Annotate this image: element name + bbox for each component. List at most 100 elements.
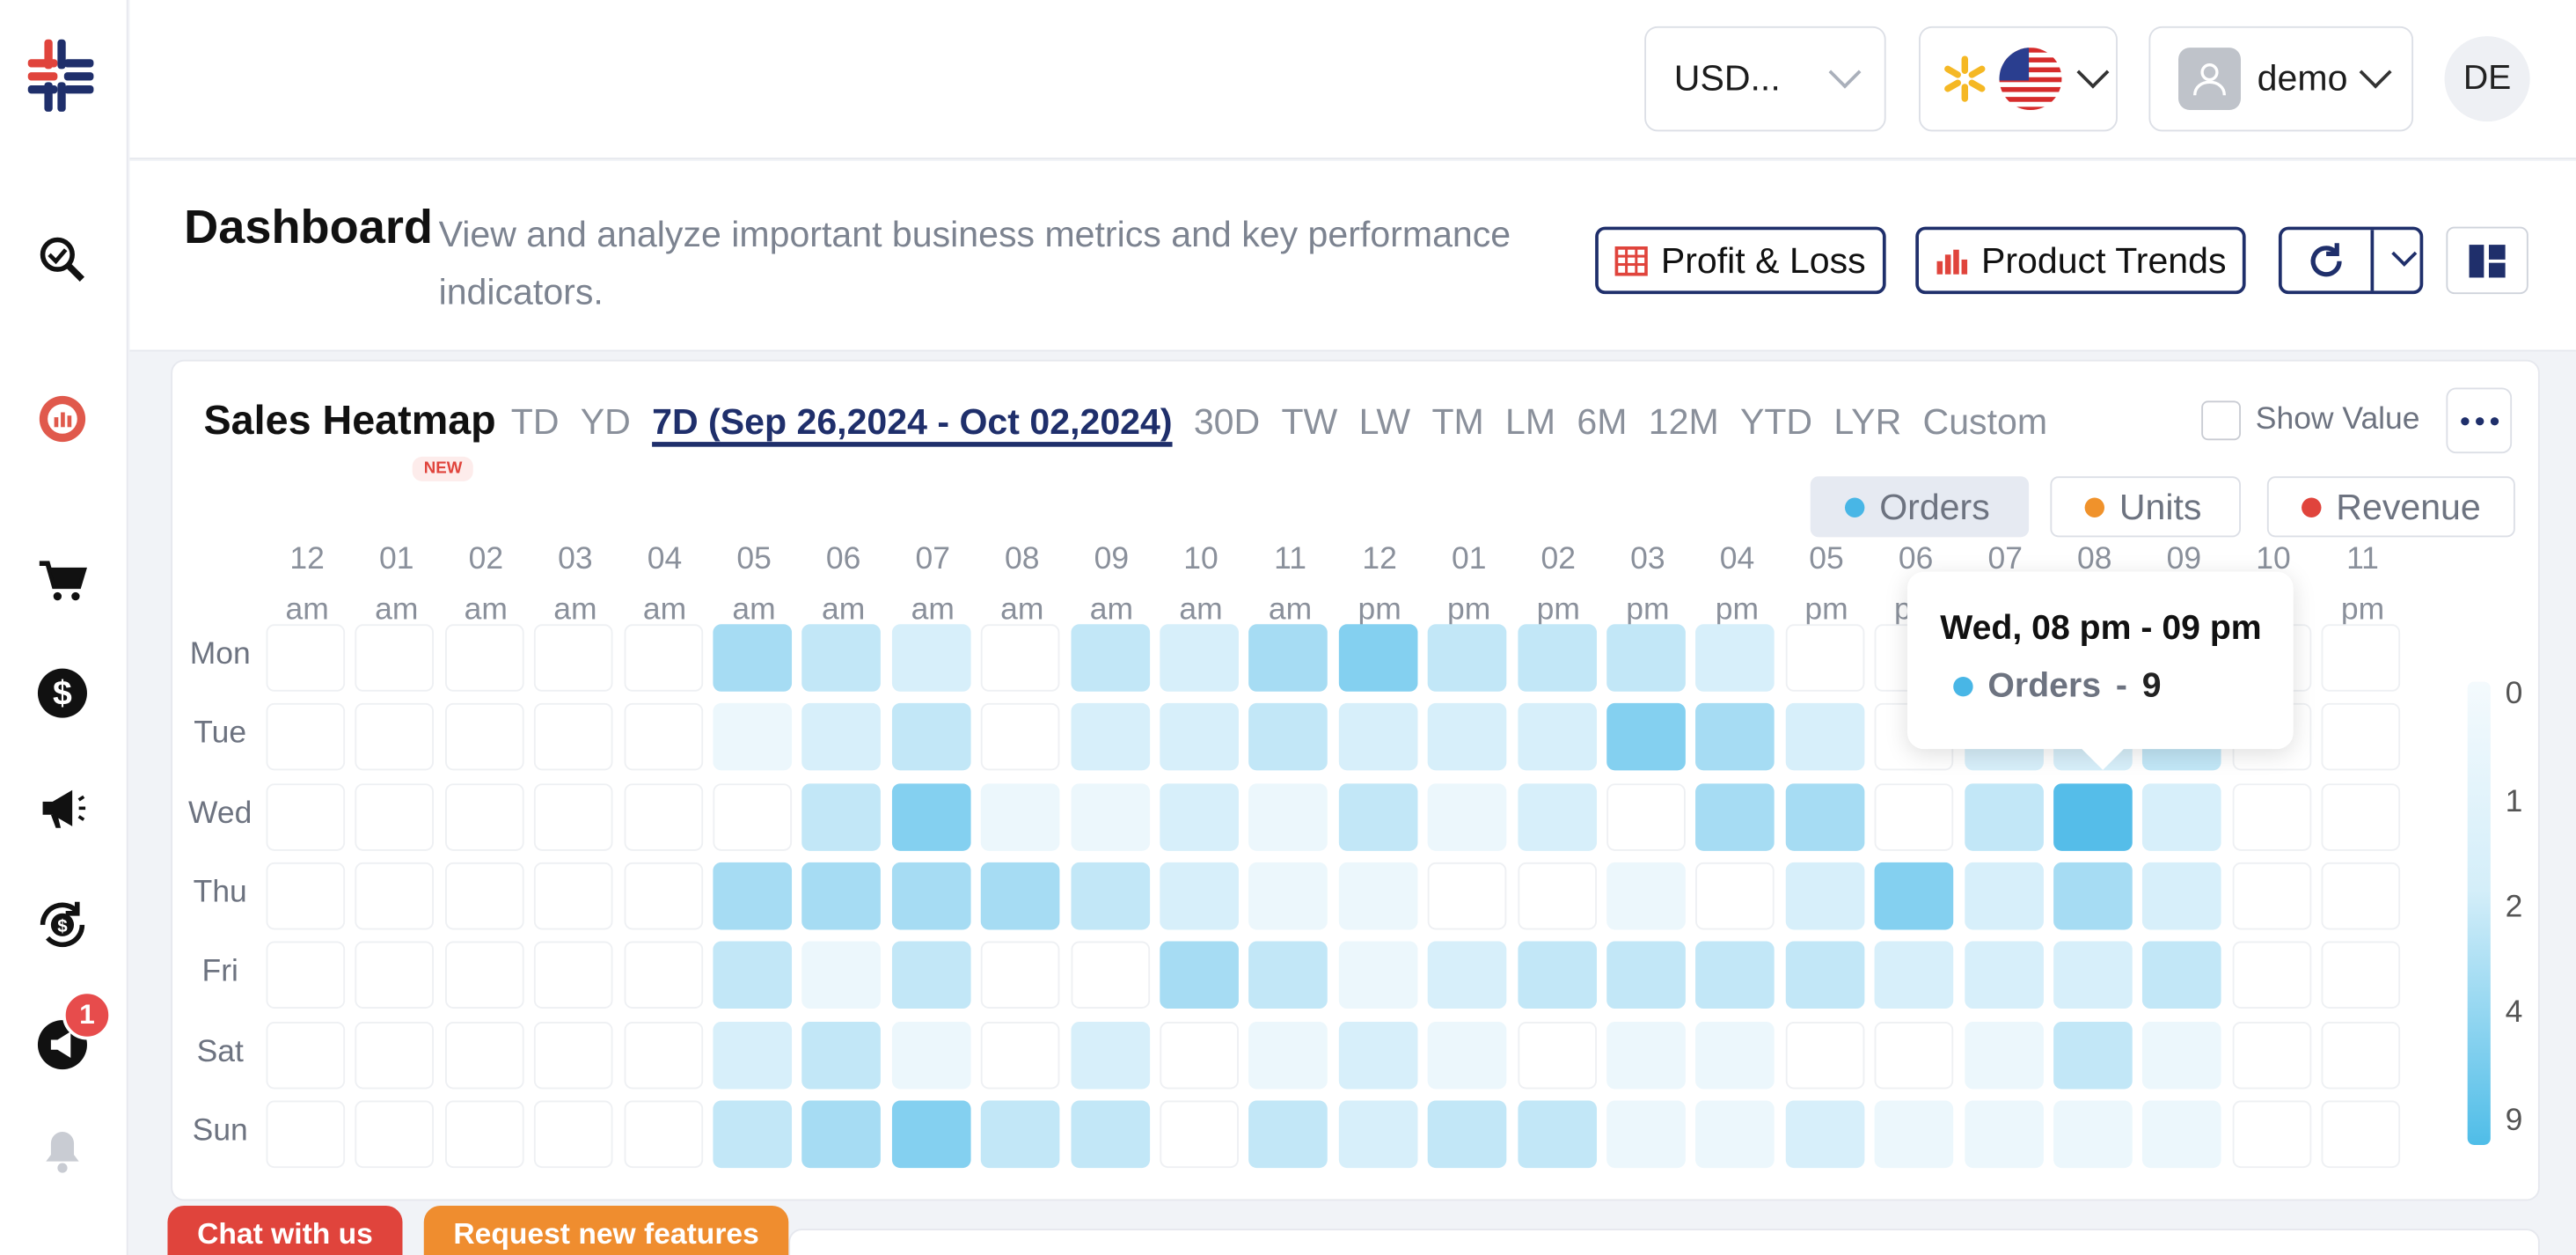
heatmap-cell[interactable] (2142, 941, 2222, 1009)
range-tab-0[interactable]: TD (511, 400, 560, 444)
heatmap-cell[interactable] (444, 1100, 524, 1168)
heatmap-cell[interactable] (1428, 1100, 1507, 1168)
heatmap-cell[interactable] (713, 862, 793, 930)
heatmap-cell[interactable] (1338, 1021, 1418, 1089)
heatmap-cell[interactable] (981, 862, 1060, 930)
heatmap-cell[interactable] (2321, 1100, 2401, 1168)
heatmap-cell[interactable] (801, 782, 882, 851)
heatmap-cell[interactable] (534, 703, 613, 771)
heatmap-cell[interactable] (1785, 941, 1865, 1009)
heatmap-cell[interactable] (444, 862, 524, 930)
heatmap-cell[interactable] (1517, 703, 1597, 771)
marketplace-select[interactable] (1919, 26, 2118, 132)
range-tab-11[interactable]: LYR (1833, 400, 1901, 444)
heatmap-cell[interactable] (1964, 862, 2044, 930)
heatmap-cell[interactable] (2321, 624, 2401, 692)
range-tab-3[interactable]: 30D (1194, 400, 1260, 444)
heatmap-cell[interactable] (623, 862, 703, 930)
heatmap-cell[interactable] (355, 703, 435, 771)
heatmap-cell[interactable] (2232, 941, 2311, 1009)
bell-icon[interactable] (33, 1122, 91, 1181)
heatmap-cell[interactable] (1695, 941, 1775, 1009)
heatmap-cell[interactable] (801, 1100, 882, 1168)
user-menu[interactable]: demo (2148, 26, 2414, 132)
heatmap-cell[interactable] (981, 782, 1060, 851)
heatmap-cell[interactable] (266, 782, 346, 851)
repricing-icon[interactable]: $ (33, 895, 91, 954)
heatmap-cell[interactable] (1964, 1100, 2044, 1168)
heatmap-cell[interactable] (1248, 1021, 1328, 1089)
heatmap-cell[interactable] (1517, 624, 1597, 692)
heatmap-cell[interactable] (801, 941, 882, 1009)
heatmap-cell[interactable] (1428, 941, 1507, 1009)
heatmap-cell[interactable] (2142, 782, 2222, 851)
heatmap-cell[interactable] (981, 703, 1060, 771)
heatmap-cell[interactable] (1517, 1021, 1597, 1089)
range-tab-2[interactable]: 7D (Sep 26,2024 - Oct 02,2024) (652, 400, 1172, 444)
heatmap-cell[interactable] (981, 624, 1060, 692)
heatmap-cell[interactable] (534, 624, 613, 692)
heatmap-cell[interactable] (1964, 782, 2044, 851)
heatmap-cell[interactable] (1606, 1100, 1686, 1168)
heatmap-cell[interactable] (266, 703, 346, 771)
heatmap-cell[interactable] (1338, 862, 1418, 930)
heatmap-cell[interactable] (1160, 941, 1239, 1009)
show-value-checkbox[interactable] (2201, 400, 2241, 441)
heatmap-cell[interactable] (1606, 862, 1686, 930)
range-tab-12[interactable]: Custom (1923, 400, 2048, 444)
heatmap-cell[interactable] (444, 782, 524, 851)
heatmap-cell[interactable] (1160, 1021, 1239, 1089)
range-tab-1[interactable]: YD (581, 400, 631, 444)
heatmap-cell[interactable] (2232, 1100, 2311, 1168)
heatmap-cell[interactable] (1070, 941, 1150, 1009)
profit-loss-button[interactable]: Profit & Loss (1595, 226, 1886, 295)
heatmap-cell[interactable] (1160, 703, 1239, 771)
metric-tab-revenue[interactable]: Revenue (2266, 476, 2515, 538)
heatmap-cell[interactable] (1070, 1021, 1150, 1089)
range-tab-9[interactable]: 12M (1649, 400, 1719, 444)
heatmap-cell[interactable] (2053, 941, 2133, 1009)
heatmap-cell[interactable] (355, 624, 435, 692)
heatmap-cell[interactable] (355, 941, 435, 1009)
heatmap-cell[interactable] (2321, 941, 2401, 1009)
heatmap-cell[interactable] (1160, 1100, 1239, 1168)
heatmap-cell[interactable] (1695, 624, 1775, 692)
heatmap-cell[interactable] (2321, 703, 2401, 771)
heatmap-cell[interactable] (2142, 1021, 2222, 1089)
megaphone-icon[interactable] (33, 779, 91, 838)
heatmap-cell[interactable] (1070, 862, 1150, 930)
heatmap-cell[interactable] (444, 1021, 524, 1089)
heatmap-cell[interactable] (266, 941, 346, 1009)
heatmap-cell[interactable] (1695, 862, 1775, 930)
heatmap-cell[interactable] (1874, 1100, 1954, 1168)
heatmap-cell[interactable] (355, 1021, 435, 1089)
heatmap-cell[interactable] (1606, 782, 1686, 851)
brand-logo[interactable] (21, 36, 100, 115)
heatmap-cell[interactable] (1428, 782, 1507, 851)
heatmap-cell[interactable] (1785, 1021, 1865, 1089)
heatmap-cell[interactable] (713, 782, 793, 851)
request-features-button[interactable]: Request new features (423, 1206, 789, 1255)
range-tab-7[interactable]: LM (1505, 400, 1555, 444)
heatmap-cell[interactable] (444, 941, 524, 1009)
heatmap-cell[interactable] (623, 941, 703, 1009)
heatmap-cell[interactable] (713, 703, 793, 771)
heatmap-cell[interactable] (1606, 703, 1686, 771)
heatmap-cell[interactable] (891, 1021, 971, 1089)
heatmap-cell[interactable] (981, 1021, 1060, 1089)
heatmap-cell[interactable] (1517, 1100, 1597, 1168)
heatmap-cell[interactable] (1338, 782, 1418, 851)
range-tab-8[interactable]: 6M (1577, 400, 1627, 444)
heatmap-cell[interactable] (1338, 941, 1418, 1009)
heatmap-cell[interactable] (891, 703, 971, 771)
avatar[interactable]: DE (2444, 36, 2530, 122)
heatmap-cell[interactable] (1070, 703, 1150, 771)
heatmap-cell[interactable] (623, 624, 703, 692)
heatmap-cell[interactable] (1785, 862, 1865, 930)
heatmap-cell[interactable] (1248, 941, 1328, 1009)
heatmap-cell[interactable] (2053, 1100, 2133, 1168)
heatmap-cell[interactable] (534, 1021, 613, 1089)
heatmap-cell[interactable] (2053, 1021, 2133, 1089)
heatmap-cell[interactable] (1070, 1100, 1150, 1168)
heatmap-cell[interactable] (623, 1100, 703, 1168)
